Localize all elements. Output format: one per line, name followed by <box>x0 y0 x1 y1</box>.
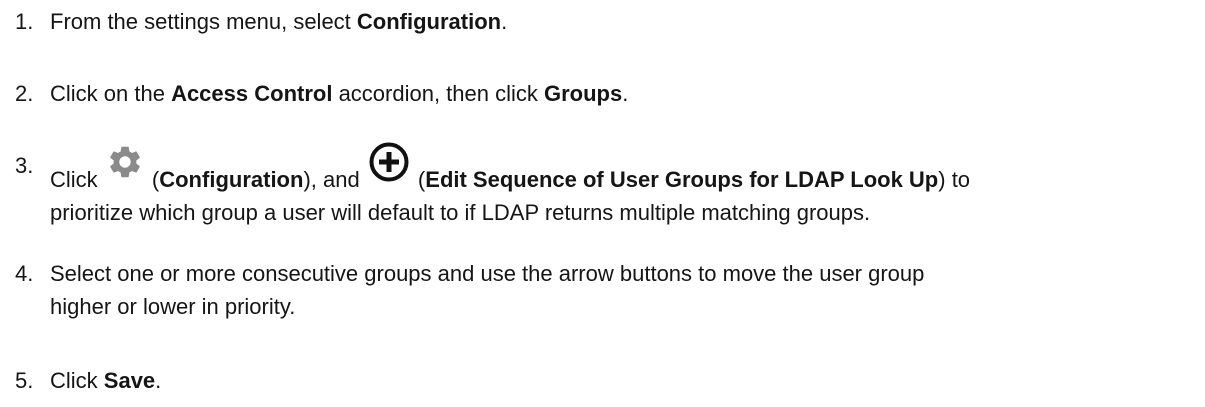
step-number: 1. <box>15 9 34 34</box>
step-text-part: Click <box>50 167 104 192</box>
edit-sequence-label: Edit Sequence of User Groups for LDAP Lo… <box>425 167 939 192</box>
step-text: Click (Configuration), and (Edit Sequenc… <box>50 142 1160 229</box>
step-text-part: From the settings menu, select <box>50 9 357 34</box>
step-number: 2. <box>15 81 34 106</box>
step-text-part: . <box>501 9 508 34</box>
step-text-part: ), and <box>303 167 366 192</box>
step-text-part: . <box>622 81 629 106</box>
step-number: 4. <box>15 261 34 286</box>
save-label: Save <box>103 368 156 393</box>
step-text: From the settings menu, select Configura… <box>50 5 1160 38</box>
step-text-part: accordion, then click <box>332 81 544 106</box>
plus-circle-icon <box>368 141 410 183</box>
item-groups: Groups <box>544 81 623 106</box>
step-number: 3. <box>15 153 34 178</box>
step-text-part: Click on the <box>50 81 172 106</box>
step-text: Click on the Access Control accordion, t… <box>50 77 1160 110</box>
step-text-part: ) to <box>938 167 971 192</box>
accordion-access-control: Access Control <box>171 81 333 106</box>
configuration-label: Configuration <box>159 167 304 192</box>
step-number: 5. <box>15 368 34 393</box>
step-text-part: ( <box>411 167 426 192</box>
step-text-part: prioritize which group a user will defau… <box>50 200 871 225</box>
step-text: Select one or more consecutive groups an… <box>50 257 1160 323</box>
step-text-part: Click <box>50 368 104 393</box>
menu-item-configuration: Configuration <box>356 9 502 34</box>
step-text-part: . <box>155 368 162 393</box>
gear-icon <box>106 143 144 181</box>
step-text-part: ( <box>145 167 160 192</box>
step-text-part: Select one or more consecutive groups an… <box>50 261 925 286</box>
step-text-part: higher or lower in priority. <box>50 294 296 319</box>
step-text: Click Save. <box>50 364 1160 397</box>
